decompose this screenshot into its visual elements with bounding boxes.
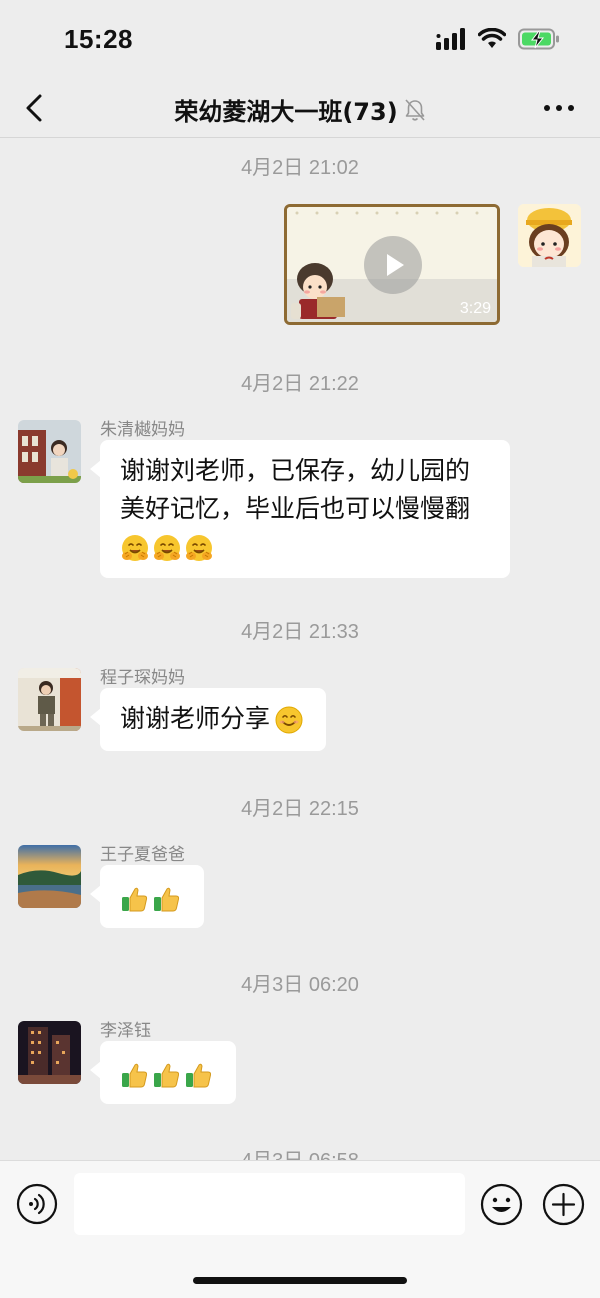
sender-name: 程子琛妈妈 [100, 668, 185, 688]
message-input[interactable] [74, 1173, 465, 1235]
thumbs-up-emoji-icon [184, 1060, 214, 1090]
message-timestamp: 4月3日 06:58 [0, 1144, 600, 1160]
wifi-icon [478, 28, 506, 48]
sender-avatar[interactable] [18, 1021, 81, 1084]
sender-avatar[interactable] [18, 845, 81, 908]
video-duration: 3:29 [459, 300, 491, 317]
message-timestamp: 4月2日 21:33 [241, 621, 359, 643]
message-bubble[interactable] [90, 1041, 236, 1104]
message-timestamp: 4月2日 21:02 [241, 157, 359, 179]
message-timestamp: 4月3日 06:20 [241, 974, 359, 996]
thumbs-up-emoji-icon [120, 1060, 150, 1090]
sender-name: 朱清樾妈妈 [100, 420, 185, 440]
message-timestamp: 4月2日 22:15 [241, 798, 359, 820]
emoji-picker-icon[interactable] [480, 1183, 523, 1226]
message-text-line: 谢谢刘老师，已保存，幼儿园的 [120, 456, 471, 485]
thumbs-up-emoji-icon [120, 884, 150, 914]
battery-charging-icon [518, 28, 559, 50]
sender-name: 李泽钰 [100, 1021, 151, 1041]
chat-title-row: 荣幼菱湖大一班(73) [0, 92, 600, 127]
sender-avatar[interactable] [18, 668, 81, 731]
avatar-image [18, 845, 81, 908]
message-bubble[interactable]: 谢谢刘老师，已保存，幼儿园的 美好记忆，毕业后也可以慢慢翻 [90, 440, 510, 578]
avatar-image [18, 668, 81, 731]
thumbs-up-emoji-icon [152, 1060, 182, 1090]
my-avatar[interactable] [518, 204, 581, 267]
voice-input-icon[interactable] [16, 1183, 58, 1225]
avatar-image [518, 204, 581, 267]
status-icons [436, 28, 560, 50]
more-functions-plus-icon[interactable] [542, 1183, 585, 1226]
more-options-icon[interactable] [538, 88, 580, 128]
avatar-image [18, 420, 81, 483]
thumbs-up-emoji-icon [152, 884, 182, 914]
chat-header: 荣幼菱湖大一班(73) [0, 80, 600, 138]
chat-title: 荣幼菱湖大一班(73) [174, 98, 398, 126]
avatar-image [18, 1021, 81, 1084]
status-bar: 15:28 [0, 0, 600, 80]
hugging-face-emoji-icon [184, 533, 214, 563]
mute-bell-icon [405, 98, 425, 121]
play-icon[interactable] [363, 235, 423, 295]
status-time: 15:28 [64, 24, 133, 54]
message-text: 谢谢老师分享 [120, 704, 271, 733]
message-text-line: 美好记忆，毕业后也可以慢慢翻 [120, 494, 471, 523]
video-message[interactable]: 3:29 [284, 204, 500, 325]
sender-name: 王子夏爸爸 [100, 845, 185, 865]
hugging-face-emoji-icon [152, 533, 182, 563]
message-bubble[interactable] [90, 865, 204, 928]
cellular-signal-icon [436, 28, 465, 50]
hugging-face-emoji-icon [120, 533, 150, 563]
message-timestamp: 4月2日 21:22 [241, 373, 359, 395]
home-indicator [193, 1277, 407, 1284]
sender-avatar[interactable] [18, 420, 81, 483]
smiling-face-emoji-icon [274, 705, 304, 735]
emoji-row [120, 528, 490, 566]
message-bubble[interactable]: 谢谢老师分享 [89, 688, 327, 751]
input-bar [0, 1160, 600, 1298]
chat-message-list[interactable]: 4月2日 21:02 3:29 4月2日 21:22 朱清樾妈妈 谢谢刘老师，已… [0, 139, 600, 1160]
